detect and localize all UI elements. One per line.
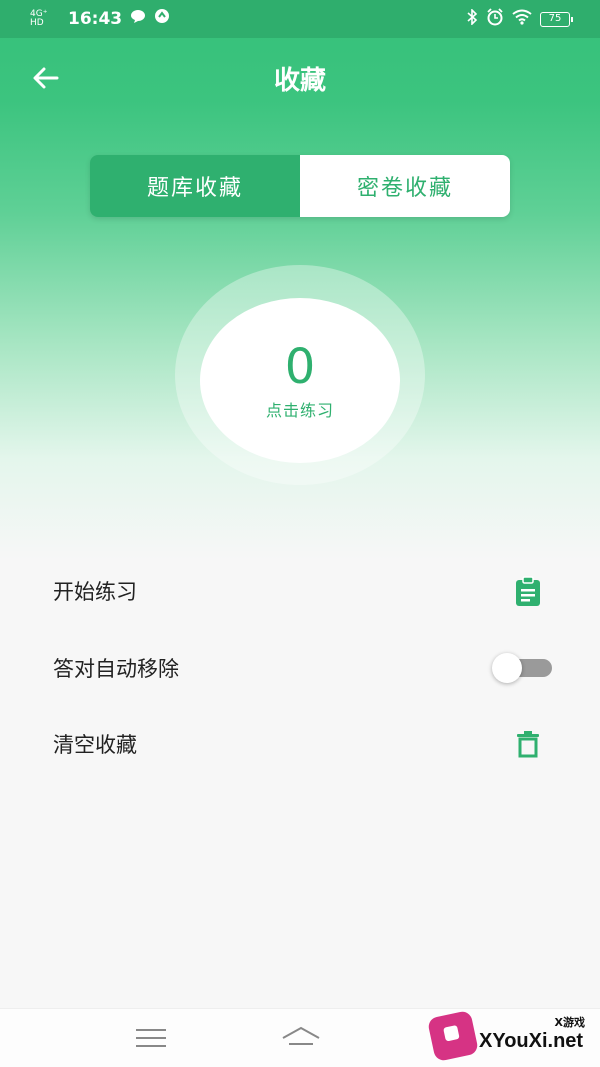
menu-icon[interactable] xyxy=(136,1029,166,1049)
battery-indicator: 75 xyxy=(540,12,573,27)
home-icon[interactable] xyxy=(280,1024,322,1054)
trash-icon xyxy=(512,728,544,760)
collection-type-tabs: 题库收藏 密卷收藏 xyxy=(90,155,510,217)
app-bar: 收藏 xyxy=(0,50,600,106)
clear-favorites-label: 清空收藏 xyxy=(53,733,137,757)
auto-remove-label: 答对自动移除 xyxy=(53,657,179,681)
status-time: 16:43 xyxy=(68,8,123,29)
page-title: 收藏 xyxy=(273,66,326,96)
favorite-count: 0 xyxy=(284,338,316,395)
auto-remove-toggle[interactable] xyxy=(492,653,552,683)
network-indicator: 4G⁺ HD xyxy=(30,8,48,28)
toggle-knob xyxy=(492,653,522,683)
clear-favorites-row[interactable]: 清空收藏 xyxy=(0,714,600,774)
watermark-small-text: X游戏 xyxy=(554,1016,585,1029)
practice-button[interactable]: 0 点击练习 xyxy=(200,298,400,463)
clipboard-icon xyxy=(512,575,544,607)
start-practice-row[interactable]: 开始练习 xyxy=(0,561,600,621)
wifi-icon xyxy=(512,9,532,30)
start-practice-label: 开始练习 xyxy=(53,580,137,604)
watermark-main-text: XYouXi.net xyxy=(479,1030,584,1052)
site-watermark: X游戏 XYouXi.net xyxy=(425,1008,595,1064)
tab-secret-papers[interactable]: 密卷收藏 xyxy=(300,155,510,217)
auto-remove-row: 答对自动移除 xyxy=(0,638,600,698)
practice-label: 点击练习 xyxy=(265,400,334,420)
alarm-icon xyxy=(486,8,504,31)
gamepad-logo-icon xyxy=(426,1009,480,1063)
tab-question-bank[interactable]: 题库收藏 xyxy=(90,155,300,217)
app-notification-icon xyxy=(154,8,170,29)
status-bar: 4G⁺ HD 16:43 75 xyxy=(0,0,600,38)
message-icon xyxy=(130,8,146,29)
bluetooth-icon xyxy=(466,8,478,30)
